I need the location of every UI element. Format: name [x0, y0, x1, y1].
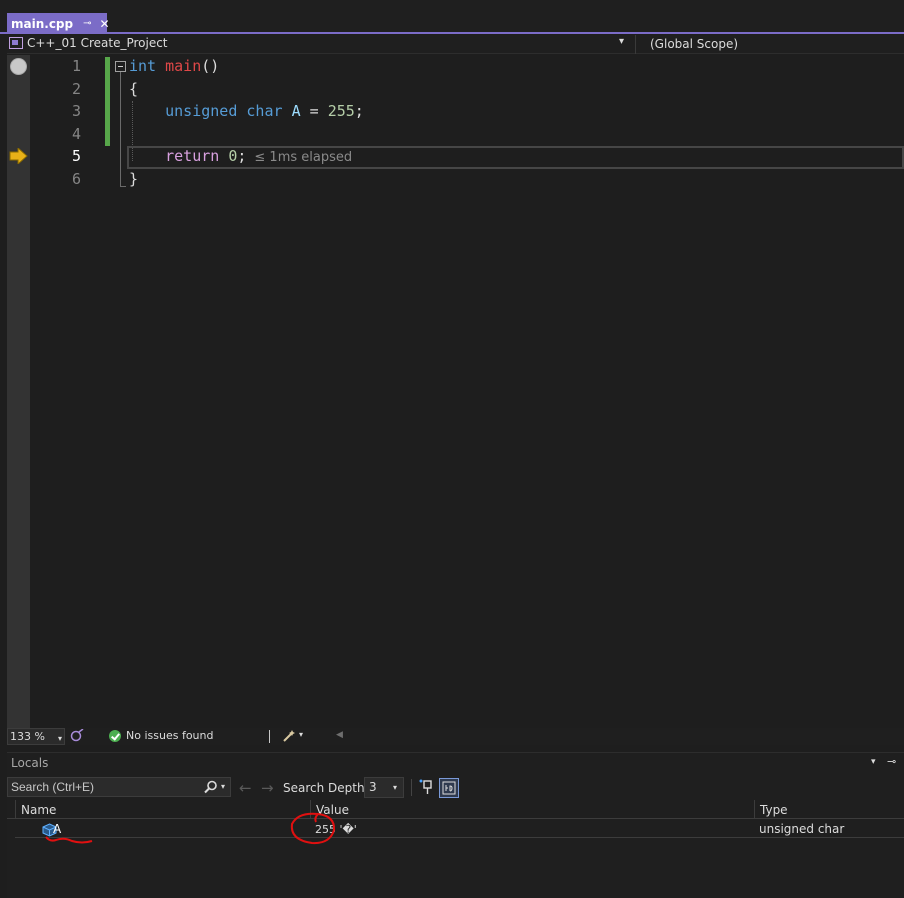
scroll-left-icon[interactable]: ◀ — [336, 730, 343, 740]
navigation-bar: C++_01 Create_Project ▾ (Global Scope) — [7, 35, 904, 54]
line-number: 4 — [71, 124, 81, 143]
annotation-circle — [290, 812, 336, 845]
change-tracking-bar — [105, 57, 110, 146]
line-number-current: 5 — [71, 147, 81, 165]
code-line-1[interactable]: int main() — [129, 55, 364, 78]
pin-icon[interactable] — [419, 779, 435, 795]
chevron-down-icon[interactable]: ▾ — [299, 730, 303, 739]
close-tab-icon[interactable]: ✕ — [100, 17, 110, 31]
code-brace: { — [129, 79, 139, 98]
chevron-down-icon: ▾ — [58, 734, 63, 743]
pin-tab-icon[interactable]: ⊸ — [83, 18, 91, 29]
search-box[interactable]: ▾ — [7, 777, 231, 797]
keyword: int — [129, 57, 157, 75]
column-header-name[interactable]: Name — [21, 803, 56, 817]
hexadecimal-display-toggle[interactable] — [439, 778, 459, 798]
code-line-5[interactable]: return 0; ≤ 1ms elapsed — [129, 145, 364, 168]
code-line-3[interactable]: unsigned char A = 255; — [129, 100, 364, 123]
code-punct: ; — [237, 147, 247, 165]
locals-grid-header: Name Value Type — [7, 800, 904, 819]
hexadecimal-icon — [442, 781, 456, 795]
line-number: 6 — [71, 169, 81, 188]
document-tab-strip: main.cpp ⊸ ✕ — [0, 0, 904, 34]
project-dropdown[interactable]: C++_01 Create_Project — [9, 36, 168, 50]
search-depth-value: 3 — [369, 780, 377, 794]
tab-label: main.cpp — [11, 16, 74, 31]
search-depth-dropdown[interactable]: 3 ▾ — [364, 777, 404, 798]
editor-status-bar: 133 % ▾ No issues found ▾ ◀ — [7, 728, 904, 745]
code-punct: ; — [354, 102, 364, 120]
code-brace: } — [129, 169, 139, 188]
breakpoint-icon[interactable] — [10, 58, 27, 75]
column-divider[interactable] — [754, 800, 755, 819]
execution-arrow-icon — [9, 148, 28, 164]
keyword: unsigned — [165, 102, 238, 120]
search-input[interactable] — [11, 780, 201, 794]
column-divider[interactable] — [15, 800, 16, 819]
code-line-6[interactable]: } — [129, 168, 364, 191]
variable-name: A — [291, 102, 301, 120]
line-number: 3 — [71, 102, 81, 120]
search-icon[interactable] — [204, 780, 218, 794]
panel-menu-icon[interactable]: ▾ — [871, 757, 876, 767]
perf-tip[interactable]: ≤ 1ms elapsed — [254, 150, 352, 165]
column-header-type[interactable]: Type — [760, 803, 788, 817]
outline-line — [120, 72, 121, 187]
number-literal: 255 — [327, 102, 355, 120]
outline-line-end — [120, 186, 126, 187]
code-editor[interactable]: 1 2 3 4 5 6 int main() { unsigned char A… — [7, 55, 904, 728]
search-depth-label: Search Depth: — [283, 781, 369, 795]
keyword: char — [246, 102, 283, 120]
divider — [411, 779, 412, 796]
back-arrow-icon[interactable]: ← — [239, 779, 252, 797]
divider — [269, 730, 270, 743]
code-lines[interactable]: int main() { unsigned char A = 255; retu… — [129, 55, 364, 190]
collapse-icon[interactable] — [115, 61, 126, 72]
keyword-control: return — [165, 147, 220, 165]
zoom-dropdown[interactable]: 133 % ▾ — [7, 728, 65, 745]
chevron-down-icon[interactable]: ▾ — [221, 782, 225, 791]
code-line-4[interactable] — [129, 123, 364, 146]
code-line-2[interactable]: { — [129, 78, 364, 101]
scope-dropdown[interactable]: (Global Scope) — [650, 37, 738, 51]
tab-main-cpp[interactable]: main.cpp ⊸ ✕ — [7, 13, 110, 34]
function-name: main — [165, 57, 202, 75]
annotation-underline — [45, 836, 93, 844]
variable-type: unsigned char — [759, 822, 845, 836]
divider — [635, 35, 636, 54]
line-number: 1 — [71, 57, 81, 75]
code-cleanup-icon[interactable] — [70, 729, 84, 743]
chevron-down-icon: ▾ — [393, 783, 398, 792]
check-circle-icon — [109, 730, 121, 742]
code-punct: () — [201, 57, 220, 75]
code-operator: = — [300, 102, 328, 120]
line-number: 2 — [71, 79, 81, 98]
forward-arrow-icon[interactable]: → — [261, 779, 274, 797]
auto-hide-pin-icon[interactable]: ⊸ — [887, 755, 896, 768]
chevron-down-icon[interactable]: ▾ — [619, 36, 624, 47]
panel-title: Locals — [11, 756, 49, 770]
issues-status[interactable]: No issues found — [126, 729, 213, 742]
project-icon — [9, 37, 23, 49]
quick-actions-icon[interactable] — [282, 729, 296, 743]
line-numbers: 1 2 3 4 5 6 — [31, 55, 81, 190]
locals-panel: Locals ▾ ⊸ ▾ ← → Search Depth: 3 ▾ Name … — [7, 752, 904, 898]
project-name: C++_01 Create_Project — [27, 36, 168, 50]
zoom-level: 133 % — [10, 730, 45, 743]
